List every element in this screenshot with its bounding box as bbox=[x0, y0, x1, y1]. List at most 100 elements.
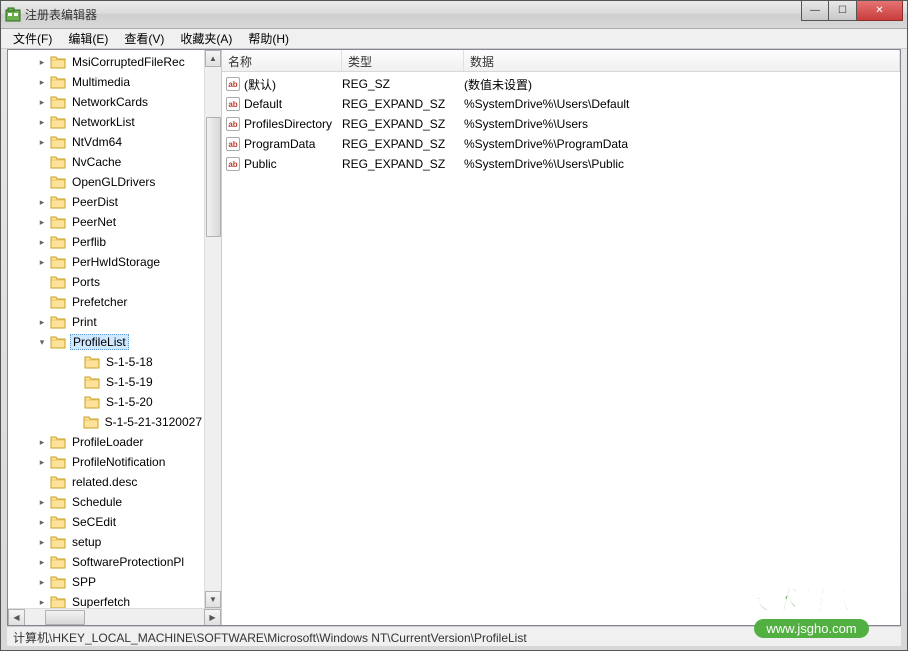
tree-item-s-1-5-19[interactable]: S-1-5-19 bbox=[8, 372, 204, 392]
close-button[interactable]: ✕ bbox=[857, 1, 903, 21]
column-name[interactable]: 名称 bbox=[222, 50, 342, 71]
reg-string-icon: ab bbox=[226, 137, 240, 151]
tree-panel: ▸MsiCorruptedFileRec▸Multimedia▸NetworkC… bbox=[8, 50, 222, 625]
column-type[interactable]: 类型 bbox=[342, 50, 464, 71]
tree-view[interactable]: ▸MsiCorruptedFileRec▸Multimedia▸NetworkC… bbox=[8, 50, 204, 608]
tree-item-s-1-5-20[interactable]: S-1-5-20 bbox=[8, 392, 204, 412]
tree-item-s-1-5-18[interactable]: S-1-5-18 bbox=[8, 352, 204, 372]
list-row[interactable]: ab(默认)REG_SZ(数值未设置) bbox=[222, 74, 900, 94]
expander-icon[interactable]: ▸ bbox=[36, 496, 48, 508]
tree-item-opengldrivers[interactable]: OpenGLDrivers bbox=[8, 172, 204, 192]
menu-favorites[interactable]: 收藏夹(A) bbox=[172, 28, 240, 49]
expander-icon[interactable]: ▸ bbox=[36, 116, 48, 128]
hscroll-thumb[interactable] bbox=[45, 610, 85, 625]
column-data[interactable]: 数据 bbox=[464, 50, 900, 71]
expander-icon[interactable]: ▸ bbox=[36, 256, 48, 268]
scroll-down-button[interactable]: ▼ bbox=[205, 591, 221, 608]
scroll-left-button[interactable]: ◀ bbox=[8, 609, 25, 626]
tree-item-label: ProfileList bbox=[70, 334, 129, 350]
tree-item-profilenotification[interactable]: ▸ProfileNotification bbox=[8, 452, 204, 472]
value-type: REG_EXPAND_SZ bbox=[342, 97, 464, 111]
scroll-right-button[interactable]: ▶ bbox=[204, 609, 221, 626]
list-panel: 名称 类型 数据 ab(默认)REG_SZ(数值未设置)abDefaultREG… bbox=[222, 50, 900, 625]
tree-item-perflib[interactable]: ▸ Perflib bbox=[8, 232, 204, 252]
vscroll-track[interactable] bbox=[205, 67, 221, 591]
vscroll-thumb[interactable] bbox=[206, 117, 221, 237]
tree-item-nvcache[interactable]: NvCache bbox=[8, 152, 204, 172]
tree-item-related-desc[interactable]: related.desc bbox=[8, 472, 204, 492]
tree-item-perhwidstorage[interactable]: ▸PerHwIdStorage bbox=[8, 252, 204, 272]
tree-hscrollbar[interactable]: ◀ ▶ bbox=[8, 608, 221, 625]
reg-string-icon: ab bbox=[226, 97, 240, 111]
tree-item-msicorruptedfilerec[interactable]: ▸MsiCorruptedFileRec bbox=[8, 52, 204, 72]
tree-item-softwareprotectionpl[interactable]: ▸SoftwareProtectionPl bbox=[8, 552, 204, 572]
expander-icon[interactable]: ▸ bbox=[36, 96, 48, 108]
tree-vscrollbar[interactable]: ▲ ▼ bbox=[204, 50, 221, 608]
tree-item-print[interactable]: ▸Print bbox=[8, 312, 204, 332]
expander-icon[interactable]: ▸ bbox=[36, 456, 48, 468]
tree-item-label: PeerDist bbox=[70, 194, 120, 210]
expander-icon[interactable]: ▾ bbox=[36, 336, 48, 348]
expander-icon[interactable]: ▸ bbox=[36, 536, 48, 548]
tree-item-prefetcher[interactable]: Prefetcher bbox=[8, 292, 204, 312]
tree-item-multimedia[interactable]: ▸ Multimedia bbox=[8, 72, 204, 92]
tree-item-superfetch[interactable]: ▸Superfetch bbox=[8, 592, 204, 608]
window-controls: — ☐ ✕ bbox=[801, 1, 903, 21]
expander-icon[interactable]: ▸ bbox=[36, 236, 48, 248]
list-row[interactable]: abProgramDataREG_EXPAND_SZ%SystemDrive%\… bbox=[222, 134, 900, 154]
expander-icon[interactable]: ▸ bbox=[36, 576, 48, 588]
tree-item-label: S-1-5-18 bbox=[104, 354, 155, 370]
tree-item-profileloader[interactable]: ▸ProfileLoader bbox=[8, 432, 204, 452]
maximize-button[interactable]: ☐ bbox=[829, 1, 857, 21]
tree-item-label: Schedule bbox=[70, 494, 124, 510]
menu-file[interactable]: 文件(F) bbox=[5, 28, 60, 49]
expander-icon[interactable]: ▸ bbox=[36, 316, 48, 328]
tree-item-peernet[interactable]: ▸PeerNet bbox=[8, 212, 204, 232]
tree-item-label: Perflib bbox=[70, 234, 108, 250]
titlebar[interactable]: 注册表编辑器 — ☐ ✕ bbox=[1, 1, 907, 29]
value-type: REG_EXPAND_SZ bbox=[342, 137, 464, 151]
tree-item-schedule[interactable]: ▸ Schedule bbox=[8, 492, 204, 512]
tree-item-setup[interactable]: ▸setup bbox=[8, 532, 204, 552]
list-row[interactable]: abPublicREG_EXPAND_SZ%SystemDrive%\Users… bbox=[222, 154, 900, 174]
tree-item-secedit[interactable]: ▸SeCEdit bbox=[8, 512, 204, 532]
tree-item-s-1-5-21-3120027[interactable]: S-1-5-21-3120027 bbox=[8, 412, 204, 432]
expander-icon[interactable]: ▸ bbox=[36, 516, 48, 528]
expander-icon[interactable]: ▸ bbox=[36, 136, 48, 148]
tree-item-profilelist[interactable]: ▾ ProfileList bbox=[8, 332, 204, 352]
value-name: (默认) bbox=[244, 76, 276, 93]
tree-item-ports[interactable]: Ports bbox=[8, 272, 204, 292]
menu-help[interactable]: 帮助(H) bbox=[240, 28, 297, 49]
tree-item-label: Prefetcher bbox=[70, 294, 129, 310]
tree-item-label: NetworkCards bbox=[70, 94, 150, 110]
scroll-up-button[interactable]: ▲ bbox=[205, 50, 221, 67]
expander-icon[interactable]: ▸ bbox=[36, 56, 48, 68]
menu-view[interactable]: 查看(V) bbox=[116, 28, 172, 49]
expander-icon[interactable]: ▸ bbox=[36, 556, 48, 568]
minimize-button[interactable]: — bbox=[801, 1, 829, 21]
expander-icon[interactable]: ▸ bbox=[36, 596, 48, 608]
list-row[interactable]: abDefaultREG_EXPAND_SZ%SystemDrive%\User… bbox=[222, 94, 900, 114]
value-data: %SystemDrive%\Users\Public bbox=[464, 157, 896, 171]
menu-edit[interactable]: 编辑(E) bbox=[60, 28, 116, 49]
value-name: ProgramData bbox=[244, 137, 315, 151]
reg-string-icon: ab bbox=[226, 77, 240, 91]
expander-icon[interactable]: ▸ bbox=[36, 436, 48, 448]
list-view[interactable]: ab(默认)REG_SZ(数值未设置)abDefaultREG_EXPAND_S… bbox=[222, 72, 900, 625]
expander-icon[interactable]: ▸ bbox=[36, 216, 48, 228]
value-name: ProfilesDirectory bbox=[244, 117, 332, 131]
tree-item-label: NetworkList bbox=[70, 114, 137, 130]
tree-item-label: Multimedia bbox=[70, 74, 132, 90]
list-row[interactable]: abProfilesDirectoryREG_EXPAND_SZ%SystemD… bbox=[222, 114, 900, 134]
hscroll-track[interactable] bbox=[25, 609, 204, 626]
tree-item-networkcards[interactable]: ▸ NetworkCards bbox=[8, 92, 204, 112]
content-area: ▸MsiCorruptedFileRec▸Multimedia▸NetworkC… bbox=[7, 49, 901, 626]
expander-icon[interactable]: ▸ bbox=[36, 76, 48, 88]
tree-item-networklist[interactable]: ▸ NetworkList bbox=[8, 112, 204, 132]
tree-item-ntvdm64[interactable]: ▸NtVdm64 bbox=[8, 132, 204, 152]
tree-item-spp[interactable]: ▸ SPP bbox=[8, 572, 204, 592]
value-data: %SystemDrive%\Users bbox=[464, 117, 896, 131]
expander-icon[interactable]: ▸ bbox=[36, 196, 48, 208]
tree-item-peerdist[interactable]: ▸ PeerDist bbox=[8, 192, 204, 212]
tree-item-label: SPP bbox=[70, 574, 98, 590]
